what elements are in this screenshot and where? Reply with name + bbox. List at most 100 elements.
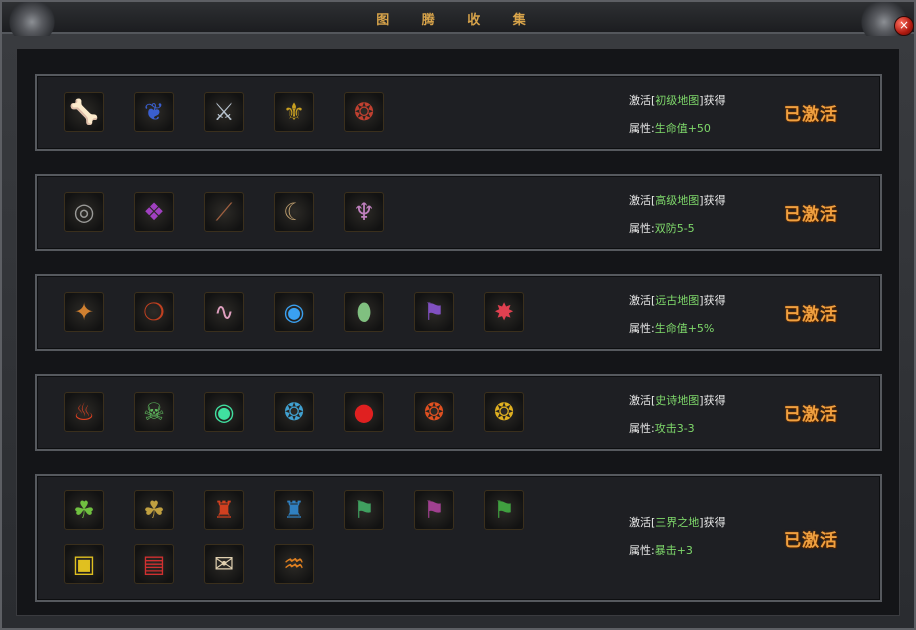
collection-item[interactable]: ∿: [204, 292, 244, 332]
attribute-value: 攻击3-3: [654, 422, 695, 435]
attribute-value: 双防5-5: [654, 222, 695, 235]
attribute-label: 属性:: [629, 422, 655, 435]
title-bar: 图 腾 收 集: [2, 2, 914, 36]
collection-item[interactable]: ⚑: [344, 490, 384, 530]
collection-item[interactable]: ◉: [274, 292, 314, 332]
purple-banner-icon: ⚑: [423, 298, 445, 326]
attribute-label: 属性:: [629, 322, 655, 335]
activation-info: 激活[三界之地]获得: [629, 514, 726, 530]
activation-prefix: 激活[: [629, 294, 656, 307]
fangs-icon: ♆: [353, 198, 375, 226]
collection-item[interactable]: ◉: [204, 392, 244, 432]
close-icon: ×: [898, 18, 910, 32]
attribute-label: 属性:: [629, 122, 655, 135]
collection-item[interactable]: ⚜: [274, 92, 314, 132]
golden-scroll-icon: ✦: [73, 298, 95, 326]
pink-worm-icon: ∿: [213, 298, 235, 326]
collection-item[interactable]: ✦: [64, 292, 104, 332]
gold-lion-coin-icon: ❂: [493, 398, 515, 426]
map-name: 高级地图: [655, 194, 700, 207]
collection-item[interactable]: ❖: [134, 192, 174, 232]
demon-mask-icon: ☠: [143, 398, 165, 426]
collection-item[interactable]: ⚑: [484, 490, 524, 530]
red-leaf-icon: ❂: [353, 98, 375, 126]
collection-item[interactable]: 🦴: [64, 92, 104, 132]
activated-status: 已激活: [784, 405, 838, 425]
collection-item[interactable]: ☘: [64, 490, 104, 530]
collection-item[interactable]: ⚑: [414, 490, 454, 530]
attribute-info: 属性:双防5-5: [629, 220, 695, 236]
activation-suffix: ]获得: [699, 194, 726, 207]
activated-status: 已激活: [784, 105, 838, 125]
activation-info: 激活[史诗地图]获得: [629, 392, 726, 408]
activation-suffix: ]获得: [699, 294, 726, 307]
collection-row-3: ✦ ❍ ∿ ◉ ⬮ ⚑ ✸ 激活[远古地图]获得 属性:生命值+5% 已激活: [35, 274, 882, 351]
collection-item[interactable]: ❂: [274, 392, 314, 432]
attribute-label: 属性:: [629, 222, 655, 235]
collection-item[interactable]: ✉: [204, 544, 244, 584]
collection-item[interactable]: ♜: [274, 490, 314, 530]
green-flag-icon: ⚑: [353, 496, 375, 524]
jeweled-egg-icon: ⬮: [356, 298, 372, 326]
attribute-label: 属性:: [629, 544, 655, 557]
fire-crest-icon: ♨: [73, 398, 95, 426]
collection-row-5: ☘ ☘ ♜ ♜ ⚑ ⚑ ⚑ ▣ ▤ ✉ ♒ 激活[三界之地]获得 属性:暴击+3…: [35, 474, 882, 602]
map-name: 初级地图: [655, 94, 700, 107]
collection-item[interactable]: ❍: [134, 292, 174, 332]
collection-item[interactable]: ♜: [204, 490, 244, 530]
collection-item[interactable]: ●: [344, 392, 384, 432]
collection-item[interactable]: ❦: [134, 92, 174, 132]
green-jade-icon: ☘: [73, 496, 95, 524]
blue-dragon-orb-icon: ◉: [283, 298, 305, 326]
window-title: 图 腾 收 集: [376, 13, 540, 28]
collection-row-2: ◎ ❖ ⟋ ☾ ♆ 激活[高级地图]获得 属性:双防5-5 已激活: [35, 174, 882, 251]
activation-suffix: ]获得: [699, 394, 726, 407]
collection-item[interactable]: ♨: [64, 392, 104, 432]
collection-item[interactable]: ◎: [64, 192, 104, 232]
gold-box-icon: ▣: [72, 550, 96, 578]
paper-scroll-icon: ✉: [213, 550, 235, 578]
activated-status: 已激活: [784, 205, 838, 225]
collection-item[interactable]: ✸: [484, 292, 524, 332]
map-name: 史诗地图: [655, 394, 700, 407]
collection-item[interactable]: ☠: [134, 392, 174, 432]
attribute-info: 属性:攻击3-3: [629, 420, 695, 436]
collection-item[interactable]: ❂: [414, 392, 454, 432]
collection-item[interactable]: ⚔: [204, 92, 244, 132]
red-orb-icon: ●: [353, 398, 375, 426]
attribute-info: 属性:生命值+50: [629, 120, 711, 136]
collection-item[interactable]: ♆: [344, 192, 384, 232]
collection-panel: 🦴 ❦ ⚔ ⚜ ❂ 激活[初级地图]获得 属性:生命值+50 已激活 ◎ ❖ ⟋…: [16, 48, 900, 616]
map-name: 三界之地: [655, 516, 700, 529]
activated-status: 已激活: [784, 531, 838, 551]
collection-item[interactable]: ▤: [134, 544, 174, 584]
collection-item[interactable]: ❂: [484, 392, 524, 432]
bone-icon: 🦴: [69, 98, 99, 126]
close-button[interactable]: ×: [894, 16, 914, 36]
activation-info: 激活[远古地图]获得: [629, 292, 726, 308]
green-orb-icon: ◉: [213, 398, 235, 426]
collection-item[interactable]: ❂: [344, 92, 384, 132]
horn-icon: ☾: [283, 198, 305, 226]
collection-row-1: 🦴 ❦ ⚔ ⚜ ❂ 激活[初级地图]获得 属性:生命值+50 已激活: [35, 74, 882, 151]
attribute-value: 生命值+50: [654, 122, 711, 135]
collection-item[interactable]: ▣: [64, 544, 104, 584]
wooden-staff-icon: ⟋: [215, 198, 233, 226]
activation-prefix: 激活[: [629, 94, 656, 107]
activation-info: 激活[初级地图]获得: [629, 92, 726, 108]
purple-flag-icon: ⚑: [423, 496, 445, 524]
collection-item[interactable]: ☾: [274, 192, 314, 232]
collection-item[interactable]: ⬮: [344, 292, 384, 332]
blue-dragon-coin-icon: ❂: [283, 398, 305, 426]
blue-claw-icon: ❦: [143, 98, 165, 126]
attribute-value: 暴击+3: [654, 544, 693, 557]
collection-item[interactable]: ⚑: [414, 292, 454, 332]
collection-item[interactable]: ♒: [274, 544, 314, 584]
collection-item[interactable]: ⟋: [204, 192, 244, 232]
stone-ring-icon: ◎: [73, 198, 95, 226]
gold-jade-icon: ☘: [143, 496, 165, 524]
collection-item[interactable]: ☘: [134, 490, 174, 530]
red-seal-icon: ♜: [213, 496, 235, 524]
red-book-icon: ▤: [142, 550, 166, 578]
red-star-icon: ✸: [493, 298, 515, 326]
